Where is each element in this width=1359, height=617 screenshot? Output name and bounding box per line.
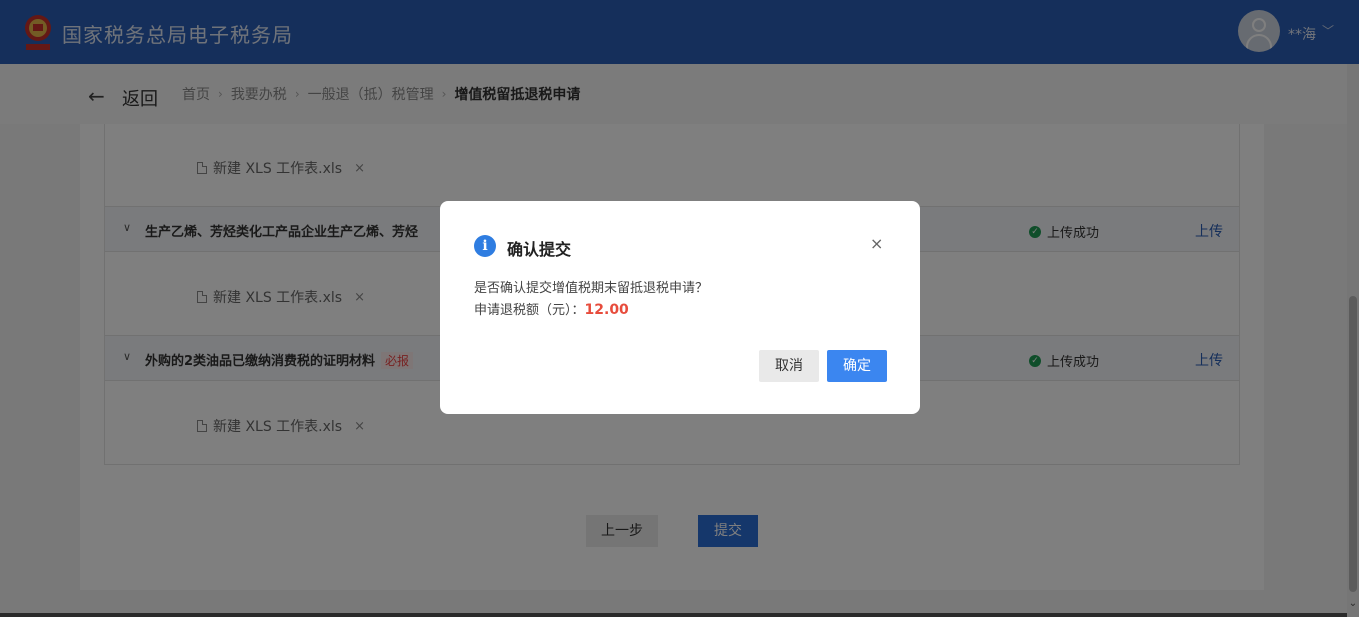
dialog-message: 是否确认提交增值税期末留抵退税申请？ <box>474 281 709 296</box>
info-icon: i <box>474 235 496 257</box>
window-bottom-edge <box>0 613 1347 617</box>
refund-amount-value: 12.00 <box>584 302 629 318</box>
confirm-dialog: i 确认提交 × 是否确认提交增值税期末留抵退税申请？ 申请退税额（元）：12.… <box>440 201 920 414</box>
confirm-button[interactable]: 确定 <box>827 350 887 382</box>
close-icon[interactable]: × <box>870 234 883 253</box>
cancel-button[interactable]: 取消 <box>759 350 819 382</box>
refund-amount-line: 申请退税额（元）：12.00 <box>474 299 629 318</box>
refund-amount-label: 申请退税额（元）： <box>474 303 585 318</box>
dialog-title: 确认提交 <box>507 240 572 259</box>
